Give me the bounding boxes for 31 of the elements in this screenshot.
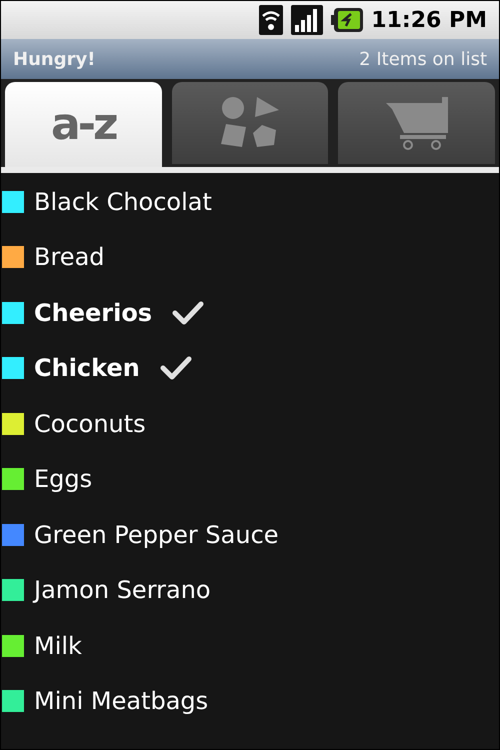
list-item[interactable]: Chicken [1, 340, 499, 396]
item-name: Eggs [34, 464, 92, 496]
cart-icon [384, 95, 450, 151]
list-item[interactable]: Black Chocolat [1, 174, 499, 230]
item-name: Jamon Serrano [34, 575, 211, 606]
tab[interactable] [172, 82, 328, 164]
item-name: Milk [34, 630, 82, 662]
app-title: Hungry! [13, 48, 96, 72]
item-name: Bread [34, 242, 105, 274]
tab-label: a-z [51, 98, 116, 152]
item-name: Cheerios [34, 298, 152, 329]
item-name: Black Chocolat [34, 186, 212, 218]
list-item[interactable]: Milk [1, 618, 499, 674]
list-item[interactable]: Cheerios [1, 285, 499, 340]
list-item[interactable]: Green Pepper Sauce [1, 507, 499, 562]
clock-time: 11:26 PM [371, 6, 487, 34]
tab[interactable] [338, 82, 496, 164]
list-item[interactable]: Bread [1, 230, 499, 285]
item-name: Chicken [34, 353, 140, 384]
item-name: Green Pepper Sauce [34, 520, 279, 551]
list-item[interactable]: Eggs [1, 452, 499, 507]
item-count: 2 Items on list [359, 48, 487, 72]
item-name: Mini Meatbags [34, 686, 208, 718]
wifi-icon [259, 5, 284, 35]
item-name: Coconuts [34, 408, 146, 440]
battery-icon [331, 8, 364, 32]
signal-icon [291, 5, 324, 35]
list-item[interactable]: Mini Meatbags [1, 674, 499, 729]
list-item[interactable]: Coconuts [1, 396, 499, 452]
tab[interactable]: a-z [5, 82, 162, 167]
list-item[interactable]: Jamon Serrano [1, 562, 499, 618]
